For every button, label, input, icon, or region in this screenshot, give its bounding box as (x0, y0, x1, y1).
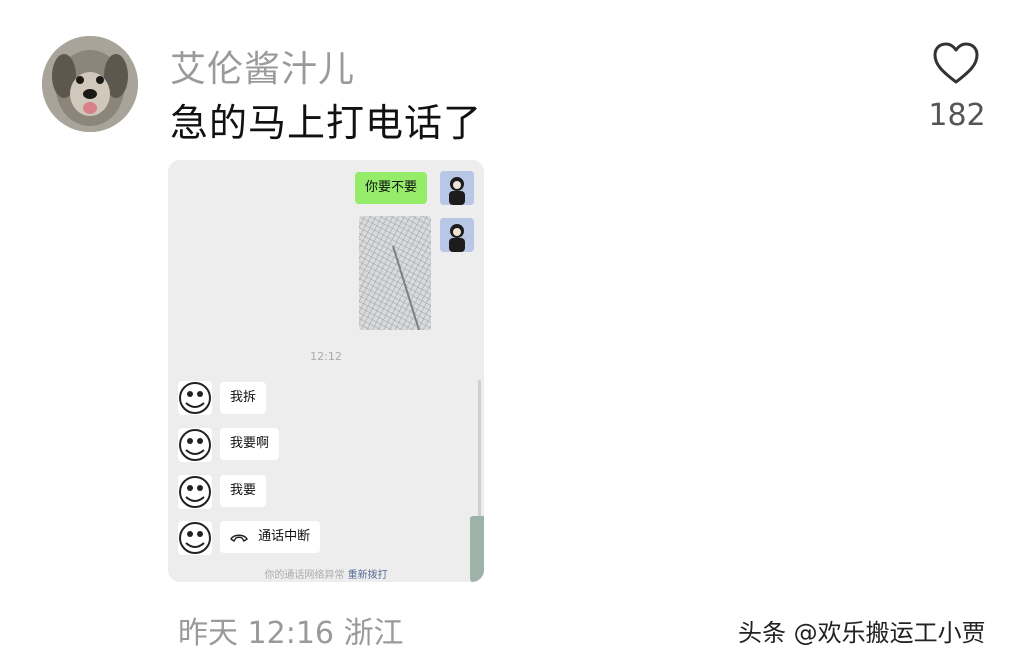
call-network-notice: 你的通话网络异常 重新拨打 (168, 566, 484, 581)
my-message-bubble: 你要不要 (355, 172, 428, 204)
message-text: 我要 (230, 483, 257, 498)
comment-meta: 昨天 12:16 浙江 (178, 608, 404, 652)
comment-time: 12:16 (247, 616, 335, 651)
redial-link[interactable]: 重新拨打 (348, 570, 388, 581)
network-error-text: 你的通话网络异常 (264, 570, 345, 581)
cartoon-cat-avatar-icon (179, 382, 211, 414)
chat-screenshot[interactable]: 你要不要 12:12 我拆 我要啊 我要 通话中断 你的通话网络异常 重新拨打 (168, 160, 484, 582)
my-avatar (440, 171, 474, 205)
commenter-username[interactable]: 艾伦酱汁儿 (170, 40, 355, 92)
contact-avatar (178, 475, 212, 509)
cartoon-cat-avatar-icon (179, 476, 211, 508)
message-text: 我拆 (230, 390, 257, 405)
contact-message-bubble: 我拆 (220, 382, 267, 414)
cartoon-cat-avatar-icon (179, 429, 211, 461)
tiled-floor-photo (359, 216, 431, 330)
contact-avatar (178, 428, 212, 462)
contact-avatar (178, 381, 212, 415)
commenter-avatar[interactable] (42, 36, 138, 132)
contact-avatar (178, 521, 212, 555)
message-text: 通话中断 (258, 529, 311, 544)
message-text: 我要啊 (230, 436, 270, 451)
comment-location: 浙江 (343, 616, 404, 651)
chat-timestamp: 12:12 (310, 350, 342, 363)
contact-message-bubble: 我要 (220, 475, 267, 507)
like-count: 182 (928, 98, 986, 133)
call-interrupted-bubble[interactable]: 通话中断 (220, 521, 321, 553)
contact-message-bubble: 我要啊 (220, 428, 280, 460)
heart-icon[interactable] (931, 40, 981, 86)
my-avatar (440, 218, 474, 252)
phone-hangup-icon (230, 534, 248, 542)
comment-day: 昨天 (178, 616, 238, 651)
person-avatar-icon (440, 218, 474, 252)
dog-avatar-image (42, 36, 138, 132)
cartoon-cat-avatar-icon (179, 522, 211, 554)
message-text: 你要不要 (365, 180, 418, 195)
source-watermark: 头条 @欢乐搬运工小贾 (738, 619, 986, 647)
person-avatar-icon (440, 171, 474, 205)
sent-photo[interactable] (359, 216, 431, 330)
comment-text: 急的马上打电话了 (170, 101, 483, 145)
